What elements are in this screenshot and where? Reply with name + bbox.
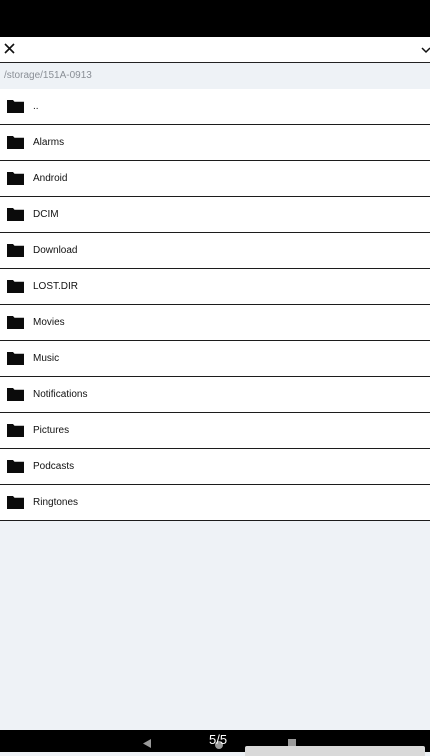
file-row[interactable]: Podcasts (0, 449, 430, 485)
folder-icon (7, 352, 24, 365)
file-row[interactable]: Download (0, 233, 430, 269)
file-name: Android (33, 173, 68, 184)
file-name: Notifications (33, 389, 88, 400)
folder-icon (7, 280, 24, 293)
folder-icon (7, 244, 24, 257)
file-row[interactable]: Movies (0, 305, 430, 341)
file-name: Ringtones (33, 497, 79, 508)
folder-icon (7, 100, 24, 113)
file-name: Music (33, 353, 60, 364)
file-name: Alarms (33, 137, 65, 148)
navigation-bar: 5/5 (0, 730, 430, 756)
folder-icon (7, 208, 24, 221)
status-bar (0, 0, 430, 37)
file-name: Podcasts (33, 461, 75, 472)
file-name: Pictures (33, 425, 70, 436)
file-row[interactable]: Alarms (0, 125, 430, 161)
path-breadcrumb: /storage/151A-0913 (0, 63, 430, 89)
folder-icon (7, 136, 24, 149)
file-row[interactable]: DCIM (0, 197, 430, 233)
folder-icon (7, 424, 24, 437)
file-name: Download (33, 245, 78, 256)
chevron-down-icon (421, 47, 430, 54)
close-icon (4, 43, 15, 54)
toolbar (0, 37, 430, 63)
folder-icon (7, 172, 24, 185)
back-icon[interactable] (143, 739, 151, 748)
dropdown-button[interactable] (420, 43, 430, 55)
file-name: Movies (33, 317, 65, 328)
folder-icon (7, 496, 24, 509)
file-row[interactable]: Ringtones (0, 485, 430, 521)
file-row[interactable]: Music (0, 341, 430, 377)
page-indicator: 5/5 (209, 732, 228, 747)
file-name: DCIM (33, 209, 59, 220)
file-row[interactable]: Pictures (0, 413, 430, 449)
file-list: .. Alarms Android DCIM Download LOST.DIR Movie… (0, 89, 430, 521)
file-name: LOST.DIR (33, 281, 79, 292)
folder-icon (7, 460, 24, 473)
close-button[interactable] (2, 41, 18, 57)
file-name: .. (33, 101, 39, 112)
folder-icon (7, 316, 24, 329)
toast-overlay (245, 746, 425, 756)
folder-icon (7, 388, 24, 401)
file-row[interactable]: Notifications (0, 377, 430, 413)
file-row[interactable]: .. (0, 89, 430, 125)
file-row[interactable]: LOST.DIR (0, 269, 430, 305)
file-row[interactable]: Android (0, 161, 430, 197)
